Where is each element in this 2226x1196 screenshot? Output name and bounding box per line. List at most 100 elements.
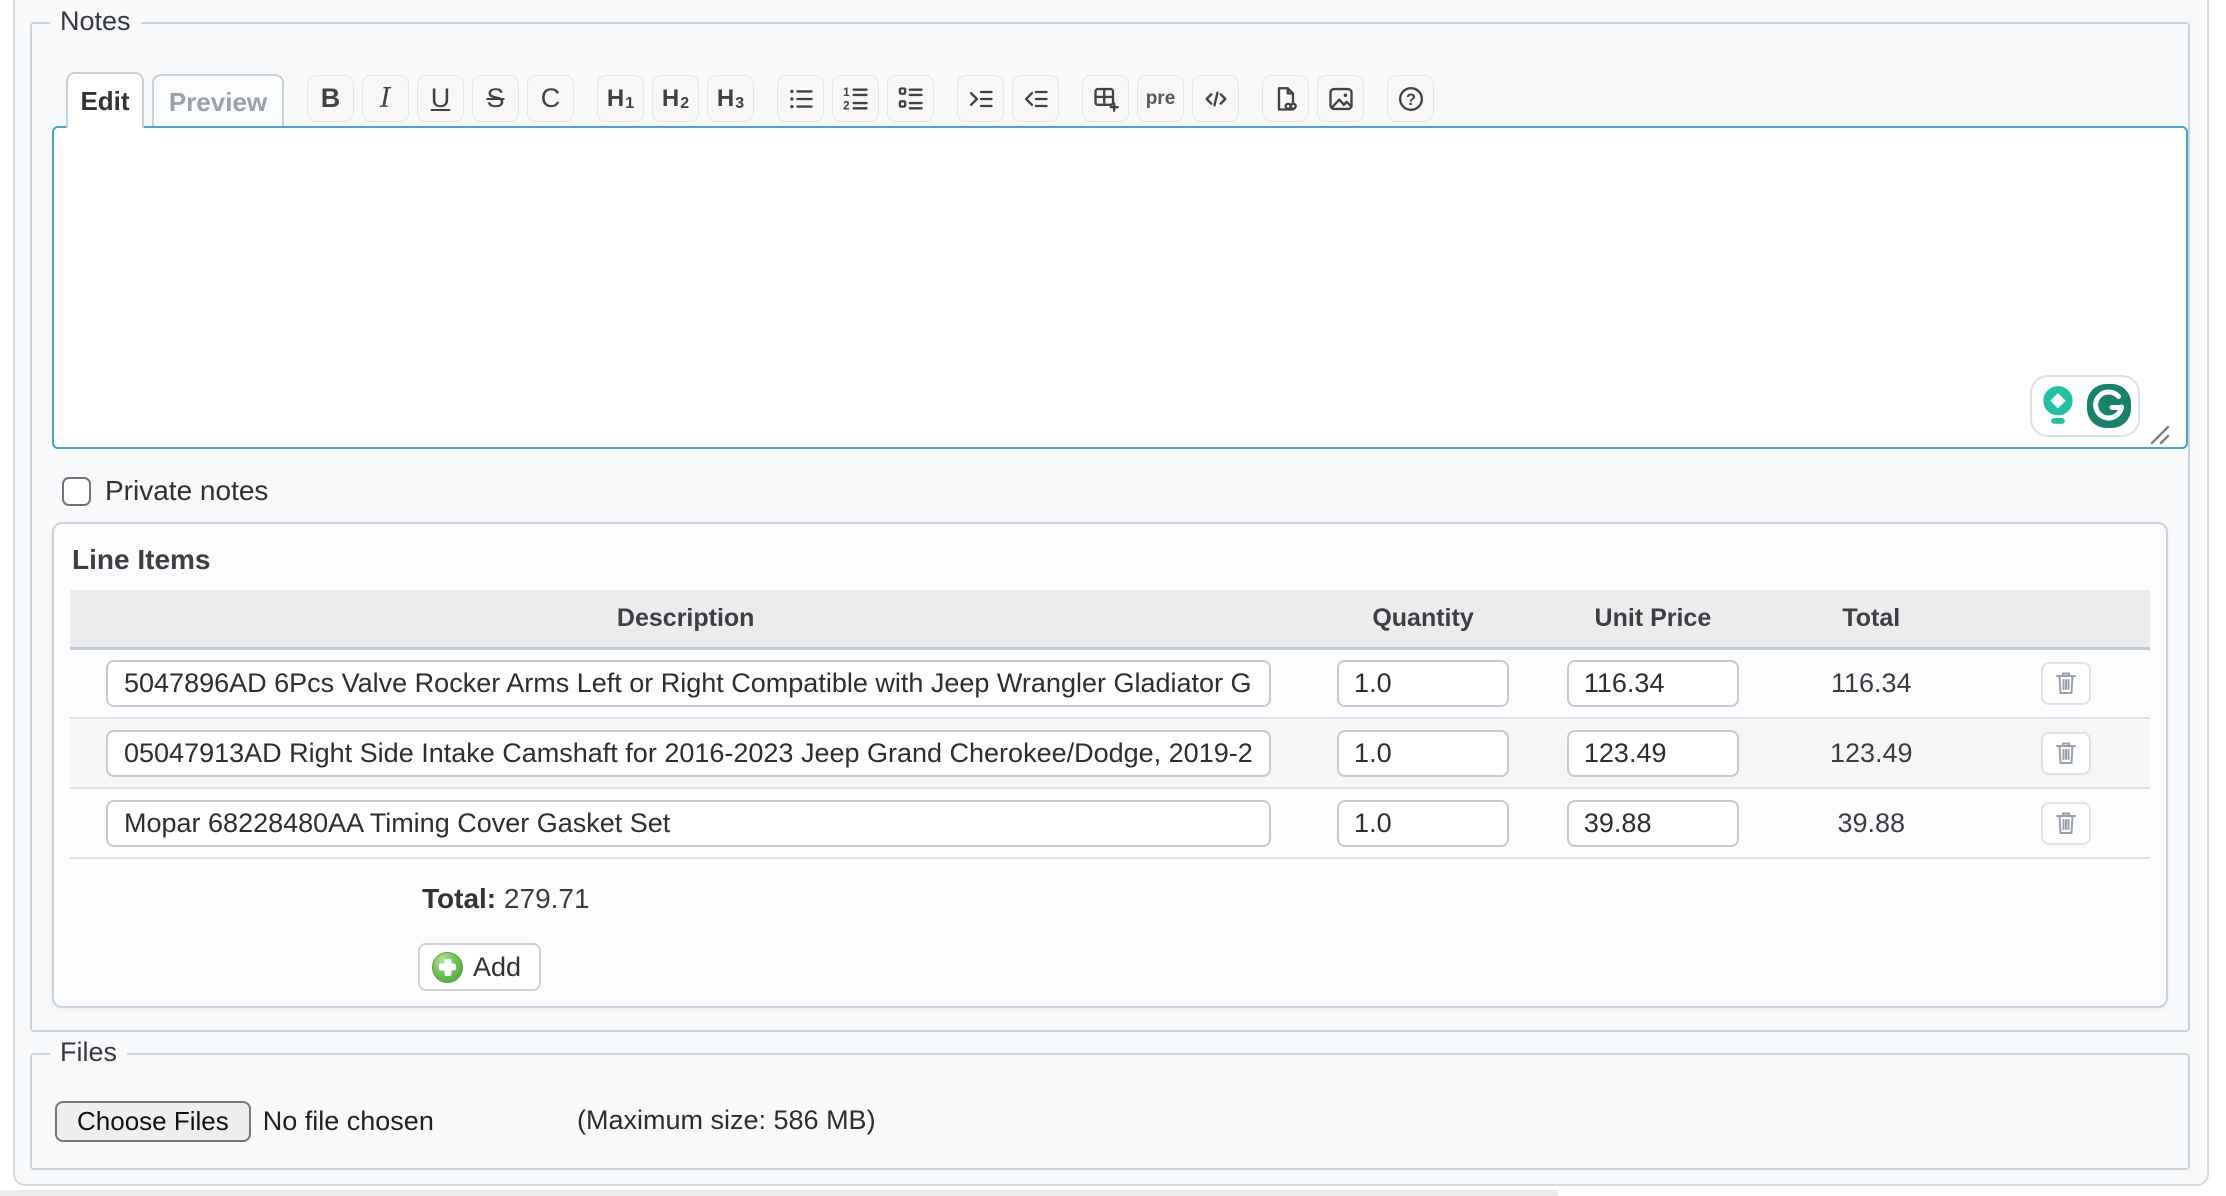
line-item-row: 116.34 <box>70 648 2150 718</box>
toolbar-group-headings: H1 H2 H3 <box>597 75 754 122</box>
notes-editor-area <box>52 126 2188 449</box>
toolbar-group-text: B I U S C <box>307 75 574 122</box>
toolbar-group-help: ? <box>1387 75 1434 122</box>
line-items-section: Line Items Description Quantity Unit Pri… <box>52 522 2168 1008</box>
add-line-item-button[interactable]: Add <box>418 943 541 991</box>
toolbar-group-lists: 1 2 <box>777 75 934 122</box>
private-notes-label: Private notes <box>105 475 268 507</box>
description-input[interactable] <box>106 730 1271 777</box>
bold-icon: B <box>321 83 341 114</box>
help-button[interactable]: ? <box>1387 75 1434 122</box>
unit-price-input[interactable] <box>1567 800 1739 847</box>
toolbar-group-indent <box>957 75 1059 122</box>
column-header-description: Description <box>70 590 1301 648</box>
description-input[interactable] <box>106 660 1271 707</box>
preformatted-button[interactable]: pre <box>1137 75 1184 122</box>
line-item-row: 39.88 <box>70 788 2150 858</box>
tab-preview[interactable]: Preview <box>152 74 284 128</box>
grand-total: Total: 279.71 <box>422 883 2150 915</box>
attach-file-link-button[interactable] <box>1262 75 1309 122</box>
private-notes-checkbox[interactable] <box>62 477 91 506</box>
indent-button[interactable] <box>957 75 1004 122</box>
strikethrough-icon: S <box>486 83 504 114</box>
max-size-text: (Maximum size: 586 MB) <box>577 1105 876 1136</box>
notes-fieldset: Notes Edit Preview B I U S C H1 H2 H3 <box>30 22 2190 1032</box>
attach-file-link-icon <box>1272 85 1300 113</box>
row-total: 123.49 <box>1761 718 1981 788</box>
heading-3-button[interactable]: H3 <box>707 75 754 122</box>
grammarly-logo-icon <box>2085 382 2133 430</box>
outdent-button[interactable] <box>1012 75 1059 122</box>
bold-button[interactable]: B <box>307 75 354 122</box>
line-item-row: 123.49 <box>70 718 2150 788</box>
line-items-table: Description Quantity Unit Price Total 11… <box>70 590 2150 859</box>
trash-icon <box>2054 670 2078 696</box>
column-header-total: Total <box>1761 590 1981 648</box>
grammarly-suggestion-icon <box>2037 384 2079 428</box>
add-plus-icon <box>432 952 463 983</box>
choose-files-button[interactable]: Choose Files <box>55 1101 251 1142</box>
row-total: 116.34 <box>1761 648 1981 718</box>
code-block-icon <box>1202 85 1230 113</box>
code-block-button[interactable] <box>1192 75 1239 122</box>
quantity-input[interactable] <box>1337 800 1509 847</box>
private-notes-row: Private notes <box>62 475 268 507</box>
strikethrough-button[interactable]: S <box>472 75 519 122</box>
notes-textarea[interactable] <box>52 126 2188 449</box>
column-header-unit-price: Unit Price <box>1545 590 1761 648</box>
page: Notes Edit Preview B I U S C H1 H2 H3 <box>0 0 2226 1196</box>
bottom-bar-edge <box>0 1190 1558 1196</box>
insert-table-icon <box>1092 85 1120 113</box>
inline-code-button[interactable]: C <box>527 75 574 122</box>
insert-image-icon <box>1327 85 1355 113</box>
bullet-list-icon <box>787 85 815 113</box>
quantity-input[interactable] <box>1337 660 1509 707</box>
files-fieldset: Files Choose Files No file chosen (Maxim… <box>30 1053 2190 1170</box>
grand-total-label: Total: <box>422 883 496 914</box>
heading-2-button[interactable]: H2 <box>652 75 699 122</box>
help-icon: ? <box>1397 85 1425 113</box>
heading-3-icon: H3 <box>717 85 744 113</box>
delete-row-button[interactable] <box>2041 802 2091 845</box>
row-total: 39.88 <box>1761 788 1981 858</box>
column-header-actions <box>1982 590 2150 648</box>
tab-edit[interactable]: Edit <box>66 72 144 128</box>
inline-code-icon: C <box>541 83 561 114</box>
trash-icon <box>2054 740 2078 766</box>
numbered-list-icon: 1 2 <box>842 85 870 113</box>
toolbar-group-blocks: pre <box>1082 75 1239 122</box>
quantity-input[interactable] <box>1337 730 1509 777</box>
italic-button[interactable]: I <box>362 75 409 122</box>
heading-1-icon: H1 <box>607 85 634 113</box>
svg-text:1: 1 <box>843 86 850 99</box>
grammarly-widget[interactable] <box>2030 375 2140 437</box>
definition-list-button[interactable] <box>887 75 934 122</box>
svg-text:?: ? <box>1406 90 1416 108</box>
insert-image-button[interactable] <box>1317 75 1364 122</box>
line-items-title: Line Items <box>72 544 2150 576</box>
underline-button[interactable]: U <box>417 75 464 122</box>
editor-tabbar: Edit Preview B I U S C H1 H2 H3 <box>66 72 1434 128</box>
numbered-list-button[interactable]: 1 2 <box>832 75 879 122</box>
description-input[interactable] <box>106 800 1271 847</box>
outdent-icon <box>1022 85 1050 113</box>
unit-price-input[interactable] <box>1567 730 1739 777</box>
preformatted-icon: pre <box>1146 88 1176 110</box>
delete-row-button[interactable] <box>2041 732 2091 775</box>
indent-icon <box>967 85 995 113</box>
trash-icon <box>2054 810 2078 836</box>
italic-icon: I <box>380 83 391 114</box>
textarea-resize-handle[interactable] <box>2144 421 2170 445</box>
no-file-chosen-text: No file chosen <box>263 1106 434 1137</box>
add-button-label: Add <box>473 952 521 983</box>
svg-text:2: 2 <box>843 99 850 112</box>
heading-1-button[interactable]: H1 <box>597 75 644 122</box>
insert-table-button[interactable] <box>1082 75 1129 122</box>
notes-legend: Notes <box>50 6 141 37</box>
files-legend: Files <box>50 1037 127 1068</box>
unit-price-input[interactable] <box>1567 660 1739 707</box>
delete-row-button[interactable] <box>2041 662 2091 705</box>
heading-2-icon: H2 <box>662 85 689 113</box>
bullet-list-button[interactable] <box>777 75 824 122</box>
definition-list-icon <box>897 85 925 113</box>
